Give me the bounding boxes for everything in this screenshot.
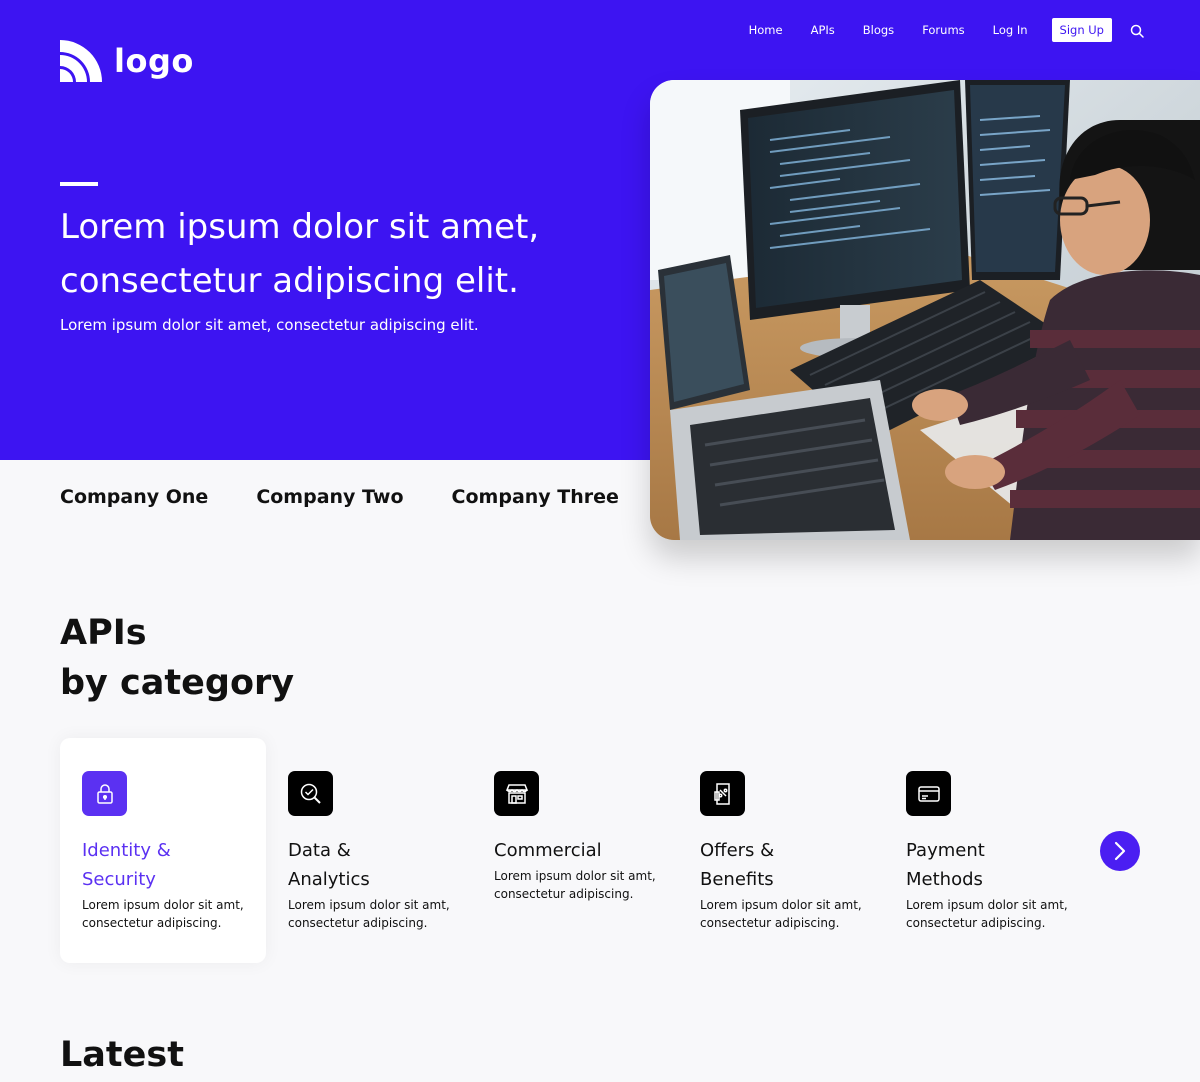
category-description: Lorem ipsum dolor sit amt, consectetur a… [288,898,450,930]
category-name: Payment Methods [906,840,985,890]
category-list: Identity & Security Lorem ipsum dolor si… [60,738,1090,963]
category-name: Commercial [494,840,602,861]
section-title-line1: APIs [60,613,147,653]
category-description: Lorem ipsum dolor sit amt, consectetur a… [82,898,244,930]
hero-subtitle: Lorem ipsum dolor sit amet, consectetur … [60,316,479,334]
nav-apis[interactable]: APIs [811,23,835,37]
company-logo: Company One [60,486,209,508]
nav-login[interactable]: Log In [993,23,1028,37]
carousel-next-button[interactable] [1100,831,1140,871]
category-name: Identity & Security [82,840,171,890]
nav-blogs[interactable]: Blogs [863,23,894,37]
logo[interactable]: logo [60,40,194,82]
section-title-latest: Latest [60,1035,184,1075]
lock-icon [82,771,127,816]
signup-button[interactable]: Sign Up [1051,18,1112,42]
logo-mark-icon [60,40,102,82]
nav-forums[interactable]: Forums [922,23,964,37]
category-card-data-analytics[interactable]: Data & Analytics Lorem ipsum dolor sit a… [266,738,472,963]
category-description: Lorem ipsum dolor sit amt, consectetur a… [494,869,656,901]
logo-text: logo [114,42,194,80]
section-title-categories: APIs by category [60,608,294,708]
category-description: Lorem ipsum dolor sit amt, consectetur a… [906,898,1068,930]
storefront-icon [494,771,539,816]
magnifier-check-icon [288,771,333,816]
coupon-icon [700,771,745,816]
hero-accent-line [60,182,98,186]
hero-title: Lorem ipsum dolor sit amet, consectetur … [60,207,540,301]
company-logos: Company One Company Two Company Three [60,486,667,508]
company-logo: Company Two [256,486,404,508]
category-card-commercial[interactable]: Commercial Lorem ipsum dolor sit amt, co… [472,738,678,963]
category-card-payment-methods[interactable]: Payment Methods Lorem ipsum dolor sit am… [884,738,1090,963]
category-name: Data & Analytics [288,840,370,890]
hero-photo [650,80,1200,540]
nav-home[interactable]: Home [749,23,783,37]
credit-card-icon [906,771,951,816]
category-description: Lorem ipsum dolor sit amt, consectetur a… [700,898,862,930]
category-card-offers-benefits[interactable]: Offers & Benefits Lorem ipsum dolor sit … [678,738,884,963]
top-nav: Home APIs Blogs Forums Log In Sign Up [749,18,1144,42]
chevron-right-icon [1114,841,1126,861]
category-card-identity-security[interactable]: Identity & Security Lorem ipsum dolor si… [60,738,266,963]
category-name: Offers & Benefits [700,840,775,890]
section-title-line2: by category [60,663,295,703]
company-logo: Company Three [451,486,619,508]
search-icon[interactable] [1130,23,1144,38]
